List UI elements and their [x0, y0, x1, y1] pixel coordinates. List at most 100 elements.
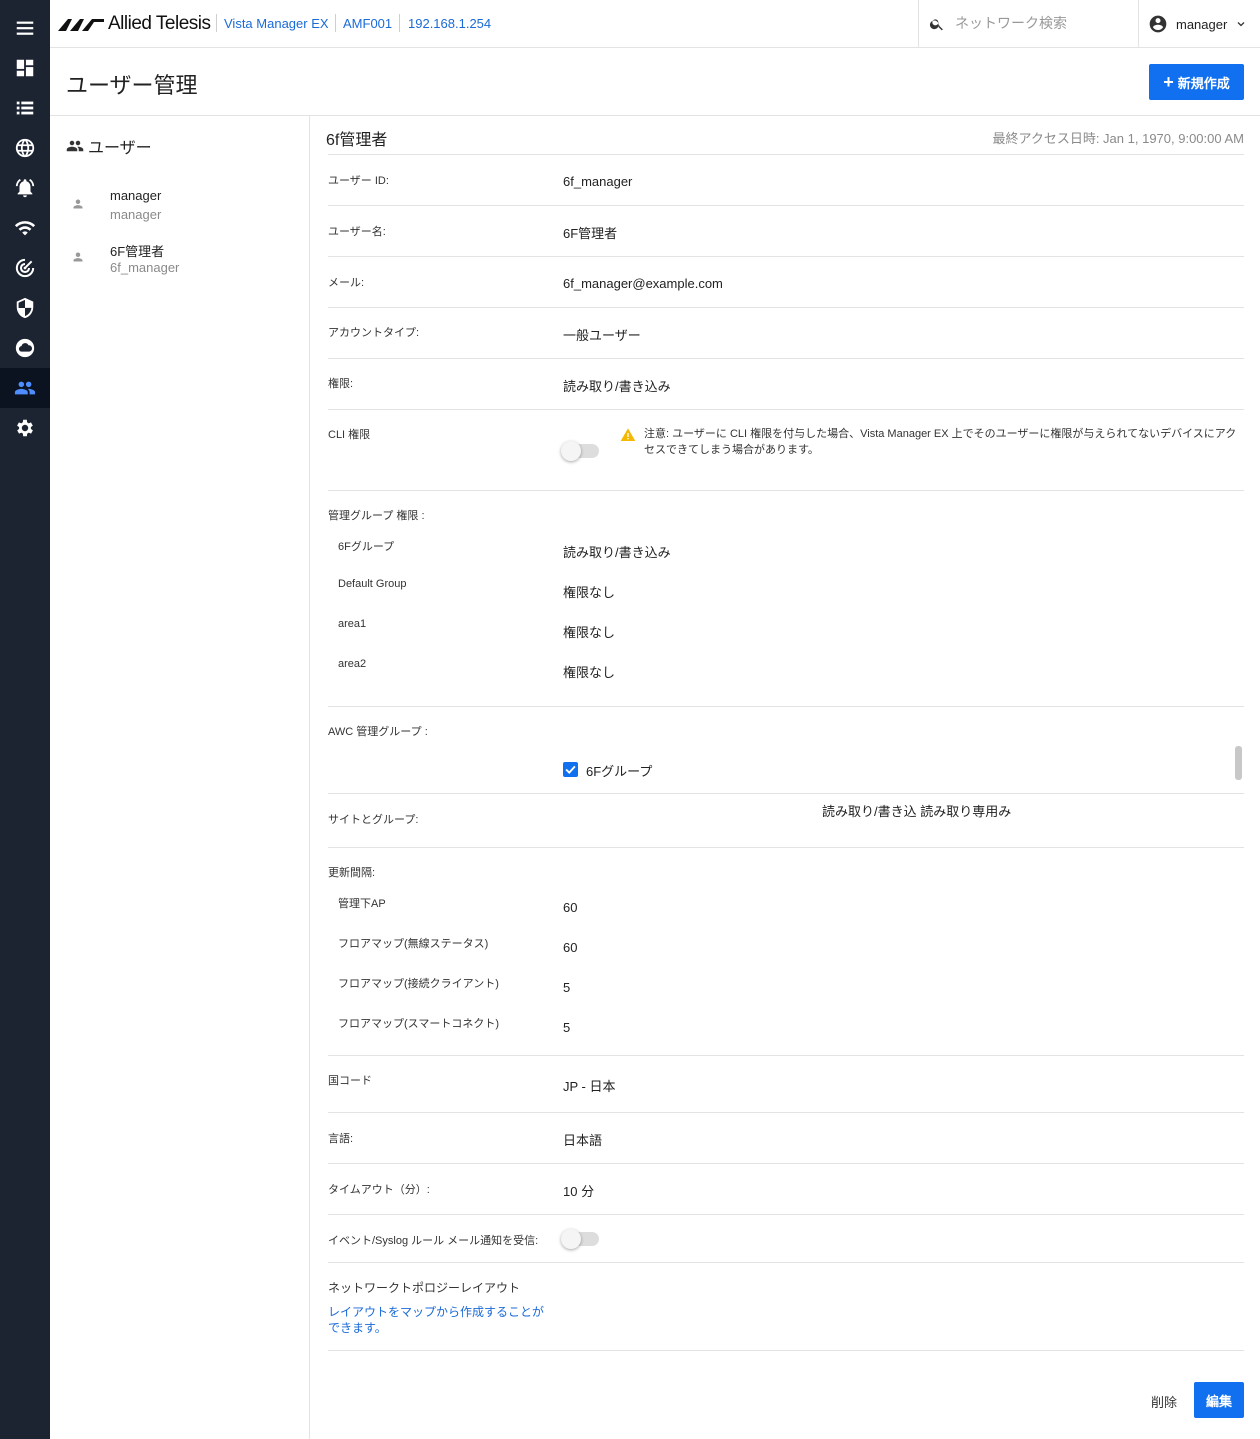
- update-interval-label: 更新間隔:: [328, 867, 376, 879]
- page-title: ユーザー管理: [66, 73, 198, 98]
- topology-layout-label: ネットワークトポロジーレイアウト: [328, 1281, 521, 1295]
- user-name-value: 6F管理者: [563, 226, 618, 241]
- wifi-icon[interactable]: [0, 208, 50, 248]
- shield-icon[interactable]: [0, 288, 50, 328]
- plus-icon: +: [1163, 72, 1174, 92]
- mgmt-group-permission: 権限なし: [563, 585, 616, 600]
- awc-scrollbar[interactable]: [1235, 746, 1242, 780]
- last-access: 最終アクセス日時: Jan 1, 1970, 9:00:00 AM: [992, 131, 1244, 146]
- mgmt-group-name: 6Fグループ: [338, 541, 395, 553]
- top-bar: Allied Telesis Vista Manager EX AMF001 1…: [50, 0, 1260, 48]
- divider: [328, 205, 1244, 206]
- divider: [328, 256, 1244, 257]
- alarm-bell-icon[interactable]: [0, 168, 50, 208]
- update-item-value: 5: [563, 980, 571, 995]
- crumb-divider: [399, 14, 400, 32]
- mgmt-group-name: Default Group: [338, 578, 407, 590]
- cli-permission-toggle[interactable]: [561, 441, 599, 461]
- page-header: ユーザー管理 + 新規作成: [50, 48, 1260, 116]
- gear-icon[interactable]: [0, 408, 50, 448]
- mgmt-group-permission: 権限なし: [563, 625, 616, 640]
- globe-icon[interactable]: [0, 128, 50, 168]
- search-icon: [929, 19, 943, 31]
- update-item-value: 60: [563, 900, 578, 915]
- person-icon: [73, 199, 83, 209]
- update-item-name: フロアマップ(無線ステータス): [338, 938, 489, 950]
- permission-label: 権限:: [328, 378, 354, 390]
- network-search: [918, 0, 1139, 47]
- user-name-label: ユーザー名:: [328, 226, 386, 238]
- user-item-name: manager: [110, 188, 162, 203]
- country-code-label: 国コード: [328, 1075, 372, 1087]
- divider: [328, 1163, 1244, 1164]
- edit-button[interactable]: 編集: [1194, 1382, 1244, 1418]
- update-item-name: フロアマップ(接続クライアント): [338, 978, 499, 990]
- user-list-item[interactable]: manager manager: [70, 188, 290, 232]
- radar-icon[interactable]: [0, 248, 50, 288]
- awc-group-label: AWC 管理グループ :: [328, 726, 428, 738]
- user-item-id: manager: [110, 207, 162, 222]
- breadcrumb-app[interactable]: Vista Manager EX: [224, 16, 329, 31]
- breadcrumb-ip[interactable]: 192.168.1.254: [408, 16, 491, 31]
- update-item-name: 管理下AP: [338, 898, 386, 910]
- cli-warning: 注意: ユーザーに CLI 権限を付与した場合、Vista Manager EX…: [620, 426, 1244, 458]
- search-input[interactable]: [955, 12, 1125, 34]
- user-list-panel: ユーザー manager manager 6F管理者 6f_manager: [50, 116, 310, 1439]
- account-circle-icon: [1149, 15, 1167, 33]
- check-icon: [565, 765, 576, 774]
- list-icon[interactable]: [0, 88, 50, 128]
- breadcrumb-amf[interactable]: AMF001: [343, 16, 392, 31]
- divider: [328, 409, 1244, 410]
- user-id-value: 6f_manager: [563, 174, 633, 189]
- user-list-item[interactable]: 6F管理者 6f_manager: [70, 241, 290, 285]
- allied-telesis-logo[interactable]: Allied Telesis: [58, 12, 211, 36]
- new-user-button[interactable]: + 新規作成: [1149, 64, 1244, 100]
- divider: [328, 1112, 1244, 1113]
- menu-icon[interactable]: [0, 8, 50, 48]
- user-list-header: ユーザー: [66, 134, 152, 158]
- user-item-name: 6F管理者: [110, 244, 165, 259]
- divider: [328, 307, 1244, 308]
- divider: [328, 490, 1244, 491]
- divider: [328, 358, 1244, 359]
- user-menu-name: manager: [1176, 16, 1228, 32]
- account-type-label: アカウントタイプ:: [328, 327, 420, 339]
- users-icon[interactable]: [0, 368, 50, 408]
- timeout-label: タイムアウト（分）:: [328, 1184, 430, 1196]
- divider: [328, 154, 1244, 155]
- dashboard-icon[interactable]: [0, 48, 50, 88]
- topology-layout-link[interactable]: レイアウトをマップから作成することができます。: [328, 1304, 548, 1336]
- divider: [328, 706, 1244, 707]
- divider: [328, 847, 1244, 848]
- logo-mark-icon: [58, 19, 104, 31]
- cli-permission-label: CLI 権限: [328, 429, 371, 441]
- divider: [328, 1350, 1244, 1351]
- user-menu[interactable]: manager: [1148, 12, 1247, 36]
- sites-groups-label: サイトとグループ:: [328, 814, 419, 826]
- awc-group-checkbox[interactable]: [563, 762, 578, 777]
- sites-groups-header: 読み取り/書き込 読み取り専用み: [822, 804, 1012, 819]
- group-icon: [66, 140, 84, 152]
- event-notify-label: イベント/Syslog ルール メール通知を受信:: [328, 1235, 539, 1247]
- divider: [328, 1055, 1244, 1056]
- mgmt-group-permission: 権限なし: [563, 665, 616, 680]
- event-notify-toggle[interactable]: [561, 1229, 599, 1249]
- chevron-down-icon: [1237, 22, 1245, 27]
- account-type-value: 一般ユーザー: [563, 328, 641, 343]
- divider: [328, 1262, 1244, 1263]
- mail-label: メール:: [328, 277, 365, 289]
- person-icon: [73, 252, 83, 262]
- mgmt-group-permission: 読み取り/書き込み: [563, 545, 671, 560]
- logo-text: Allied Telesis: [108, 13, 211, 34]
- mail-value: 6f_manager@example.com: [563, 276, 723, 291]
- cli-warning-text: 注意: ユーザーに CLI 権限を付与した場合、Vista Manager EX…: [644, 428, 1237, 456]
- detail-title: 6f管理者: [326, 132, 388, 149]
- user-id-label: ユーザー ID:: [328, 175, 389, 187]
- timeout-value: 10 分: [563, 1184, 595, 1199]
- delete-button[interactable]: 削除: [1142, 1384, 1186, 1418]
- permission-value: 読み取り/書き込み: [563, 379, 671, 394]
- update-item-name: フロアマップ(スマートコネクト): [338, 1018, 499, 1030]
- user-item-id: 6f_manager: [110, 260, 180, 275]
- cloud-icon[interactable]: [0, 328, 50, 368]
- mgmt-group-name: area2: [338, 658, 367, 670]
